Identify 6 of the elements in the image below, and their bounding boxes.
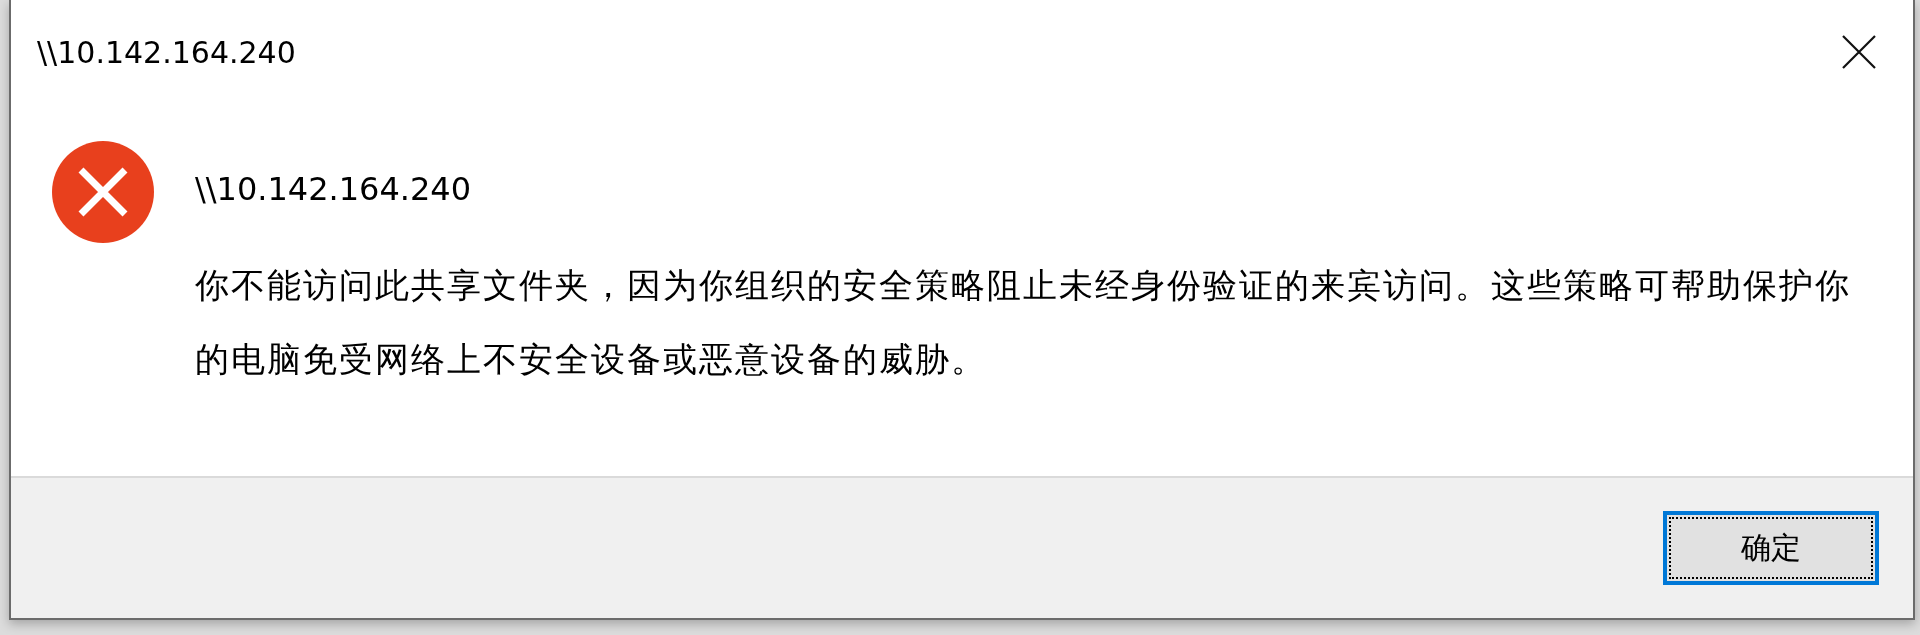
window-title: \\10.142.164.240 bbox=[37, 34, 296, 70]
close-icon[interactable] bbox=[1842, 35, 1876, 69]
message-heading: \\10.142.164.240 bbox=[195, 170, 473, 208]
ok-button[interactable]: 确定 bbox=[1663, 511, 1879, 585]
message-text: 你不能访问此共享文件夹，因为你组织的安全策略阻止未经身份验证的来宾访问。这些策略可帮助保护你的电脑免受网络上不安全设备或恶意设备的威胁。 bbox=[195, 264, 1852, 381]
error-icon bbox=[51, 140, 155, 244]
